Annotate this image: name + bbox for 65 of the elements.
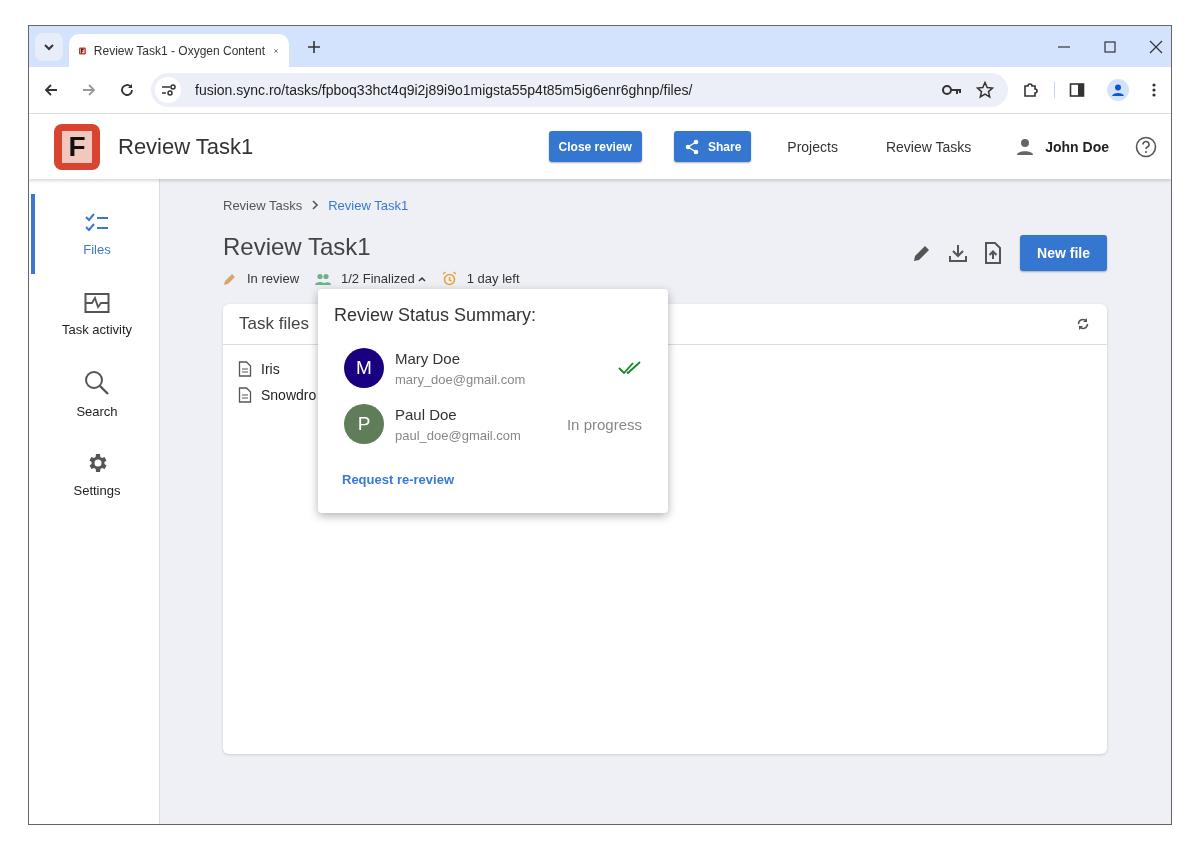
new-file-button[interactable]: New file [1020, 235, 1107, 271]
sidebar-item[interactable]: Files [31, 194, 159, 274]
page-title: Review Task1 [118, 133, 254, 160]
download-icon[interactable] [948, 243, 969, 263]
nav-link[interactable]: Projects [787, 138, 838, 155]
popup-title: Review Status Summary: [334, 305, 538, 326]
side-panel-icon[interactable] [1069, 82, 1085, 98]
checklist-icon [84, 211, 110, 234]
browser-tab[interactable]: Review Task1 - Oxygen Content [69, 34, 289, 67]
pulse-window-icon [84, 291, 110, 314]
star-icon[interactable] [976, 81, 994, 99]
document-icon [238, 361, 252, 377]
puzzle-piece-icon[interactable] [1022, 81, 1040, 99]
breadcrumb-link[interactable]: Review Task1 [328, 197, 409, 213]
time-left-text: 1 day left [466, 271, 520, 286]
double-check-icon [618, 361, 642, 375]
address-bar[interactable]: fusion.sync.ro/tasks/fpboq33hct4q9i2j89i9o1migsta55p4t85m5ig6enr6ghnp/files/ [151, 73, 1008, 107]
close-review-button[interactable]: Close review [548, 131, 642, 162]
forward-arrow-icon[interactable] [81, 82, 97, 98]
tab-title: Review Task1 - Oxygen Content [93, 43, 266, 58]
file-name[interactable]: Iris [261, 361, 280, 377]
url-text: fusion.sync.ro/tasks/fpboq33hct4q9i2j89i9o1migsta55p4t85m5ig6enr6ghnp/files/ [195, 82, 693, 98]
user-name[interactable]: John Doe [1045, 138, 1109, 155]
status-text: In review [247, 271, 300, 286]
document-icon [238, 387, 252, 403]
share-button[interactable]: Share [673, 131, 752, 162]
site-settings-icon[interactable] [155, 77, 181, 103]
people-icon [315, 272, 332, 285]
app-logo: F [54, 123, 100, 170]
share-icon [683, 138, 700, 155]
search-icon [84, 369, 110, 396]
alarm-clock-icon [441, 271, 457, 286]
file-name[interactable]: Snowdro [261, 387, 317, 403]
chevron-up-icon [417, 275, 426, 282]
file-upload-icon[interactable] [984, 242, 1003, 264]
pencil-icon [223, 271, 237, 286]
key-icon[interactable] [942, 83, 962, 97]
help-icon[interactable] [1135, 135, 1157, 158]
reviewer-email: paul_doe@gmail.com [395, 427, 522, 443]
reviewer-name: Paul Doe [395, 405, 458, 423]
breadcrumb-link[interactable]: Review Tasks [223, 197, 303, 213]
tab-list-button[interactable] [35, 32, 63, 61]
close-icon[interactable] [1149, 39, 1163, 54]
user-icon [1015, 136, 1036, 157]
refresh-icon[interactable] [1076, 317, 1090, 331]
nav-link[interactable]: Review Tasks [885, 138, 972, 155]
request-re-review-link[interactable]: Request re-review [342, 472, 652, 487]
reload-icon[interactable] [119, 82, 135, 98]
avatar: P [344, 404, 384, 444]
panel-title: Task files [239, 314, 309, 334]
maximize-icon[interactable] [1103, 39, 1117, 54]
chevron-right-icon [310, 200, 321, 210]
sidebar-item[interactable]: Settings [31, 434, 159, 514]
review-status: In progress [566, 415, 642, 433]
finalized-toggle[interactable]: 1/2 Finalized [341, 271, 426, 286]
sidebar-item[interactable]: Task activity [31, 274, 159, 354]
back-arrow-icon[interactable] [43, 82, 59, 98]
profile-icon[interactable] [1107, 79, 1129, 101]
task-title: Review Task1 [223, 233, 372, 261]
sidebar-item[interactable]: Search [31, 354, 159, 434]
reviewer-name: Mary Doe [395, 349, 462, 367]
plus-icon[interactable] [307, 39, 321, 54]
avatar: M [344, 348, 384, 388]
more-vertical-icon[interactable] [1151, 82, 1157, 98]
reviewer-email: mary_doe@gmail.com [395, 371, 527, 387]
